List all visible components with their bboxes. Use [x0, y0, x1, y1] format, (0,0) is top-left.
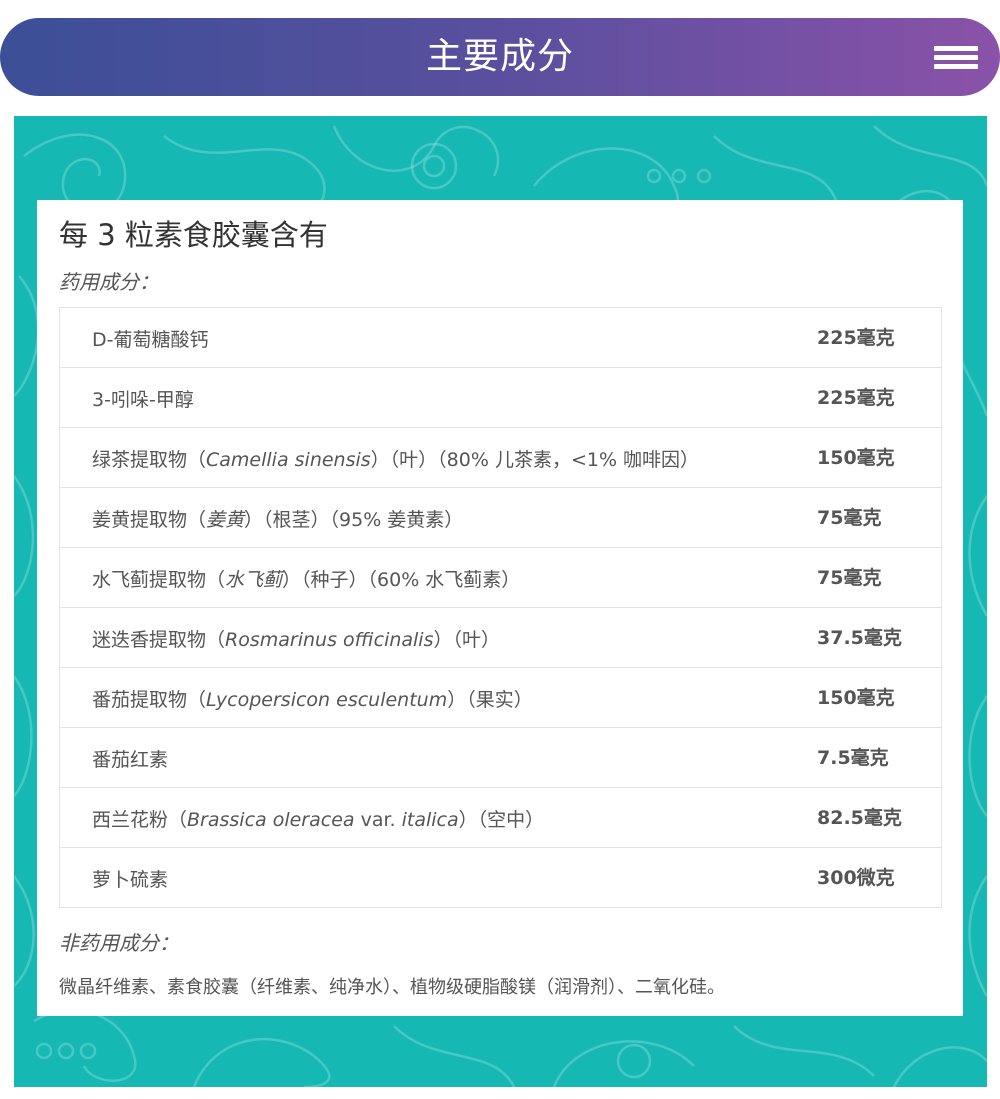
latin-name: Rosmarinus officinalis [225, 629, 434, 651]
inactive-ingredients-text: 微晶纤维素、素食胶囊（纤维素、纯净水）、植物级硬脂酸镁（润滑剂）、二氧化硅。 [59, 977, 725, 998]
name-text: 迷迭香提取物（ [92, 629, 226, 651]
latin-name: Brassica oleracea [187, 809, 355, 831]
header-bar: 主要成分 [0, 18, 1000, 96]
ingredients-panel: 每 3 粒素食胶囊含有 药用成分： D-葡萄糖酸钙 225毫克 3-吲哚-甲醇 225… [14, 116, 987, 1087]
name-text: 3-吲哚-甲醇 [92, 389, 194, 411]
ingredient-amount: 225毫克 [817, 387, 895, 409]
ingredient-amount: 37.5毫克 [817, 627, 902, 649]
ingredient-name: 水飞蓟提取物（水飞蓟）（种子）（60% 水飞蓟素） [92, 548, 520, 612]
table-row: 番茄红素 7.5毫克 [60, 728, 941, 788]
name-text: D-葡萄糖酸钙 [92, 329, 209, 351]
name-text: 萝卜硫素 [92, 869, 169, 891]
name-text: 姜黄提取物（ [92, 509, 207, 531]
name-text: 绿茶提取物（ [92, 449, 207, 471]
ingredient-name: 绿茶提取物（Camellia sinensis）（叶）（80% 儿茶素，<1% … [92, 428, 699, 492]
ingredients-card: 每 3 粒素食胶囊含有 药用成分： D-葡萄糖酸钙 225毫克 3-吲哚-甲醇 225… [37, 200, 963, 1016]
ingredient-amount: 150毫克 [817, 447, 895, 469]
ingredient-name: 姜黄提取物（姜黄）（根茎）（95% 姜黄素） [92, 488, 463, 552]
ingredient-name: 番茄红素 [92, 728, 168, 792]
name-text: ）（空中） [458, 809, 545, 831]
table-row: 萝卜硫素 300微克 [60, 848, 941, 907]
table-row: 水飞蓟提取物（水飞蓟）（种子）（60% 水飞蓟素） 75毫克 [60, 548, 941, 608]
ingredient-amount: 75毫克 [817, 507, 882, 529]
ingredient-name: 西兰花粉（Brassica oleracea var. italica）（空中） [92, 788, 544, 852]
active-ingredients-heading: 药用成分： [59, 270, 159, 294]
table-row: 番茄提取物（Lycopersicon esculentum）（果实） 150毫克 [60, 668, 941, 728]
name-text: 番茄提取物（ [92, 689, 207, 711]
ingredient-name: D-葡萄糖酸钙 [92, 308, 209, 372]
latin-name: Camellia sinensis [206, 449, 371, 471]
table-row: 迷迭香提取物（Rosmarinus officinalis）（叶） 37.5毫克 [60, 608, 941, 668]
name-text: 西兰花粉（ [92, 809, 188, 831]
ingredient-amount: 82.5毫克 [817, 807, 902, 829]
hamburger-menu-icon[interactable] [926, 40, 978, 76]
ingredient-name: 3-吲哚-甲醇 [92, 368, 194, 432]
card-title: 每 3 粒素食胶囊含有 [59, 218, 328, 252]
latin-name: Lycopersicon esculentum [206, 689, 448, 711]
ingredient-name: 番茄提取物（Lycopersicon esculentum）（果实） [92, 668, 533, 732]
table-row: D-葡萄糖酸钙 225毫克 [60, 308, 941, 368]
ingredient-amount: 150毫克 [817, 687, 895, 709]
ingredient-name: 萝卜硫素 [92, 848, 168, 912]
table-row: 绿茶提取物（Camellia sinensis）（叶）（80% 儿茶素，<1% … [60, 428, 941, 488]
ingredient-amount: 300微克 [817, 867, 895, 889]
name-text: ）（叶）（80% 儿茶素，<1% 咖啡因） [370, 449, 700, 471]
ingredient-amount: 75毫克 [817, 567, 882, 589]
name-text: ）（叶） [433, 629, 501, 651]
name-text: ）（种子）（60% 水飞蓟素） [282, 569, 521, 591]
table-row: 西兰花粉（Brassica oleracea var. italica）（空中）… [60, 788, 941, 848]
inactive-ingredients-heading: 非药用成分： [59, 931, 179, 955]
name-text: 番茄红素 [92, 749, 169, 771]
ingredients-table: D-葡萄糖酸钙 225毫克 3-吲哚-甲醇 225毫克绿茶提取物（Camellia s… [59, 307, 942, 908]
page-title: 主要成分 [425, 36, 574, 77]
latin-name: 水飞蓟 [225, 569, 283, 591]
table-row: 姜黄提取物（姜黄）（根茎）（95% 姜黄素） 75毫克 [60, 488, 941, 548]
name-text: var. [354, 809, 402, 831]
name-text: 水飞蓟提取物（ [92, 569, 226, 591]
latin-name: italica [401, 809, 459, 831]
ingredient-amount: 225毫克 [817, 327, 895, 349]
name-text: ）（根茎）（95% 姜黄素） [244, 509, 464, 531]
latin-name: 姜黄 [206, 509, 245, 531]
ingredient-amount: 7.5毫克 [817, 747, 889, 769]
ingredient-name: 迷迭香提取物（Rosmarinus officinalis）（叶） [92, 608, 500, 672]
name-text: ）（果实） [447, 689, 533, 711]
table-row: 3-吲哚-甲醇 225毫克 [60, 368, 941, 428]
